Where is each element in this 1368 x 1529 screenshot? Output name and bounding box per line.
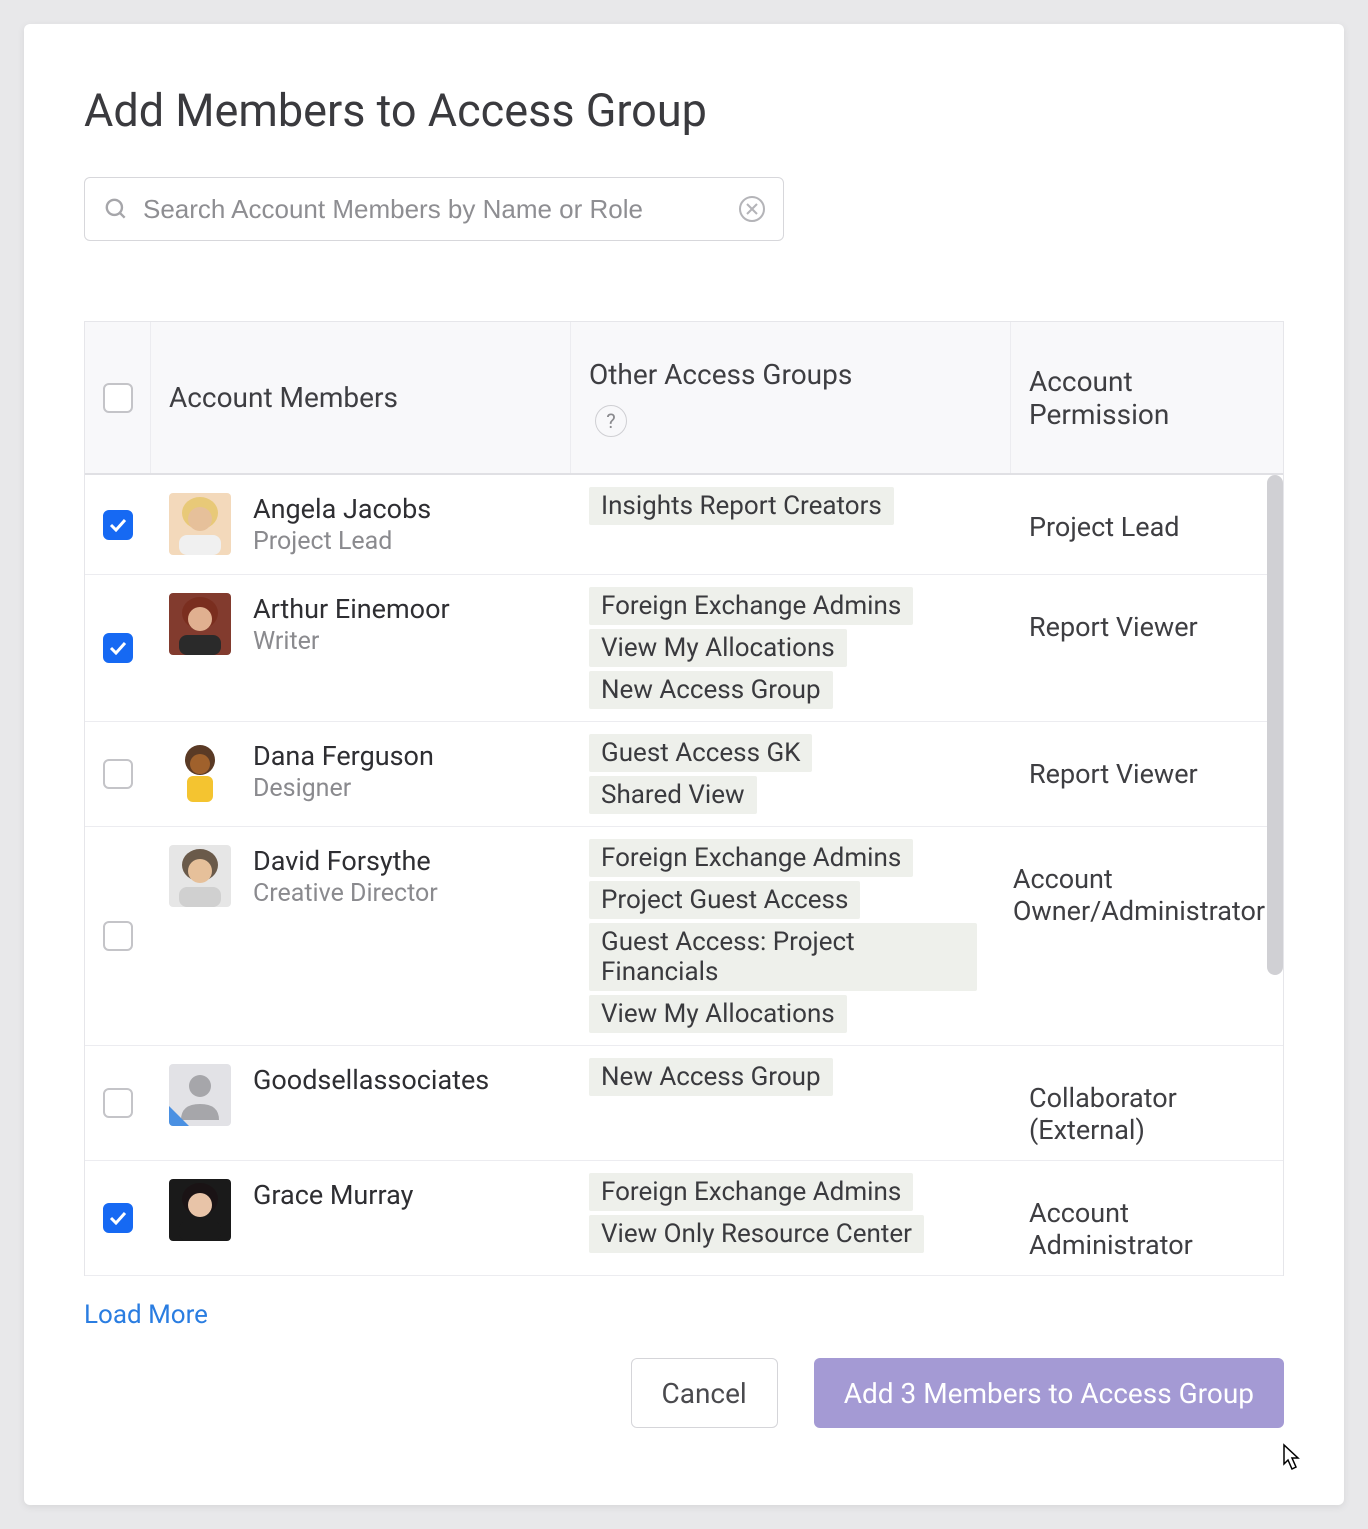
- member-role: Creative Director: [253, 879, 438, 908]
- table-row: Grace Murray Foreign Exchange Admins View …: [85, 1161, 1283, 1276]
- avatar: [169, 845, 231, 907]
- cursor-icon: [1274, 1442, 1304, 1483]
- access-group-tag: Shared View: [589, 776, 757, 814]
- groups-cell: Foreign Exchange Admins Project Guest Acc…: [571, 827, 995, 1045]
- member-name: Dana Ferguson: [253, 740, 434, 772]
- groups-cell: Insights Report Creators: [571, 475, 1011, 574]
- access-group-tag: Foreign Exchange Admins: [589, 587, 913, 625]
- permission-cell: Collaborator (External): [1011, 1046, 1283, 1160]
- scrollbar[interactable]: [1267, 475, 1283, 975]
- avatar: [169, 593, 231, 655]
- avatar: [169, 1179, 231, 1241]
- row-checkbox-cell: [85, 827, 151, 1045]
- member-name: Grace Murray: [253, 1179, 413, 1211]
- member-cell: Dana FergusonDesigner: [151, 722, 571, 826]
- member-name: Angela Jacobs: [253, 493, 431, 525]
- permission-cell: Project Lead: [1011, 475, 1283, 574]
- permission-cell: Account Owner/Administrator: [995, 827, 1283, 1045]
- search-icon: [103, 196, 129, 222]
- table-row: Arthur EinemoorWriterForeign Exchange Ad…: [85, 575, 1283, 722]
- access-group-tag: Guest Access GK: [589, 734, 812, 772]
- permission-cell: Report Viewer: [1011, 722, 1283, 826]
- member-name: David Forsythe: [253, 845, 438, 877]
- table-row: David ForsytheCreative DirectorForeign E…: [85, 827, 1283, 1046]
- row-checkbox-cell: [85, 1161, 151, 1275]
- help-icon[interactable]: ?: [595, 405, 627, 437]
- clear-search-icon[interactable]: [739, 196, 765, 222]
- member-cell: David ForsytheCreative Director: [151, 827, 571, 1045]
- access-group-tag: Project Guest Access: [589, 881, 860, 919]
- avatar: [169, 1064, 231, 1126]
- load-more-link[interactable]: Load More: [84, 1300, 208, 1330]
- button-row: Cancel Add 3 Members to Access Group: [84, 1358, 1284, 1428]
- access-group-tag: View My Allocations: [589, 629, 847, 667]
- col-header-other-groups: Other Access Groups ?: [571, 322, 1011, 473]
- table-header: Account Members Other Access Groups ? Ac…: [85, 322, 1283, 475]
- add-members-modal: Add Members to Access Group Account Memb…: [24, 24, 1344, 1505]
- member-name: Goodsellassociates: [253, 1064, 489, 1096]
- select-all-checkbox[interactable]: [103, 383, 133, 413]
- table-row: Angela JacobsProject LeadInsights Report…: [85, 475, 1283, 575]
- search-input[interactable]: [143, 194, 725, 225]
- table-row: Dana FergusonDesigner Guest Access GK Shar…: [85, 722, 1283, 827]
- table-row: Goodsellassociates New Access Group Collab…: [85, 1046, 1283, 1161]
- groups-cell: New Access Group: [571, 1046, 1011, 1160]
- member-cell: Angela JacobsProject Lead: [151, 475, 571, 574]
- row-checkbox-cell: [85, 1046, 151, 1160]
- row-checkbox-cell: [85, 575, 151, 721]
- access-group-tag: Guest Access: Project Financials: [589, 923, 977, 991]
- table-body: Angela JacobsProject LeadInsights Report…: [85, 475, 1283, 1276]
- member-role: Writer: [253, 627, 450, 656]
- row-checkbox-cell: [85, 475, 151, 574]
- member-name: Arthur Einemoor: [253, 593, 450, 625]
- modal-footer: Load More Cancel Add 3 Members to Access…: [84, 1300, 1284, 1428]
- avatar: [169, 740, 231, 802]
- members-table: Account Members Other Access Groups ? Ac…: [84, 321, 1284, 1276]
- access-group-tag: New Access Group: [589, 1058, 833, 1096]
- row-checkbox[interactable]: [103, 633, 133, 663]
- row-checkbox[interactable]: [103, 921, 133, 951]
- row-checkbox[interactable]: [103, 1088, 133, 1118]
- groups-cell: Guest Access GK Shared View: [571, 722, 1011, 826]
- member-role: Designer: [253, 774, 434, 803]
- cancel-button[interactable]: Cancel: [631, 1358, 778, 1428]
- groups-cell: Foreign Exchange Admins View My Allocatio…: [571, 575, 1011, 721]
- groups-cell: Foreign Exchange Admins View Only Resourc…: [571, 1161, 1011, 1275]
- permission-cell: Account Administrator: [1011, 1161, 1283, 1275]
- avatar: [169, 493, 231, 555]
- access-group-tag: Foreign Exchange Admins: [589, 1173, 913, 1211]
- search-field-wrap[interactable]: [84, 177, 784, 241]
- access-group-tag: Insights Report Creators: [589, 487, 894, 525]
- access-group-tag: New Access Group: [589, 671, 833, 709]
- row-checkbox[interactable]: [103, 1203, 133, 1233]
- row-checkbox[interactable]: [103, 759, 133, 789]
- access-group-tag: View My Allocations: [589, 995, 847, 1033]
- modal-title: Add Members to Access Group: [84, 84, 1284, 137]
- select-all-header: [85, 322, 151, 473]
- access-group-tag: Foreign Exchange Admins: [589, 839, 913, 877]
- member-cell: Arthur EinemoorWriter: [151, 575, 571, 721]
- permission-cell: Report Viewer: [1011, 575, 1283, 721]
- access-group-tag: View Only Resource Center: [589, 1215, 924, 1253]
- col-header-permission: Account Permission: [1011, 322, 1283, 473]
- add-members-button[interactable]: Add 3 Members to Access Group: [814, 1358, 1284, 1428]
- col-header-members: Account Members: [151, 322, 571, 473]
- member-cell: Grace Murray: [151, 1161, 571, 1275]
- member-cell: Goodsellassociates: [151, 1046, 571, 1160]
- member-role: Project Lead: [253, 527, 431, 556]
- row-checkbox[interactable]: [103, 510, 133, 540]
- row-checkbox-cell: [85, 722, 151, 826]
